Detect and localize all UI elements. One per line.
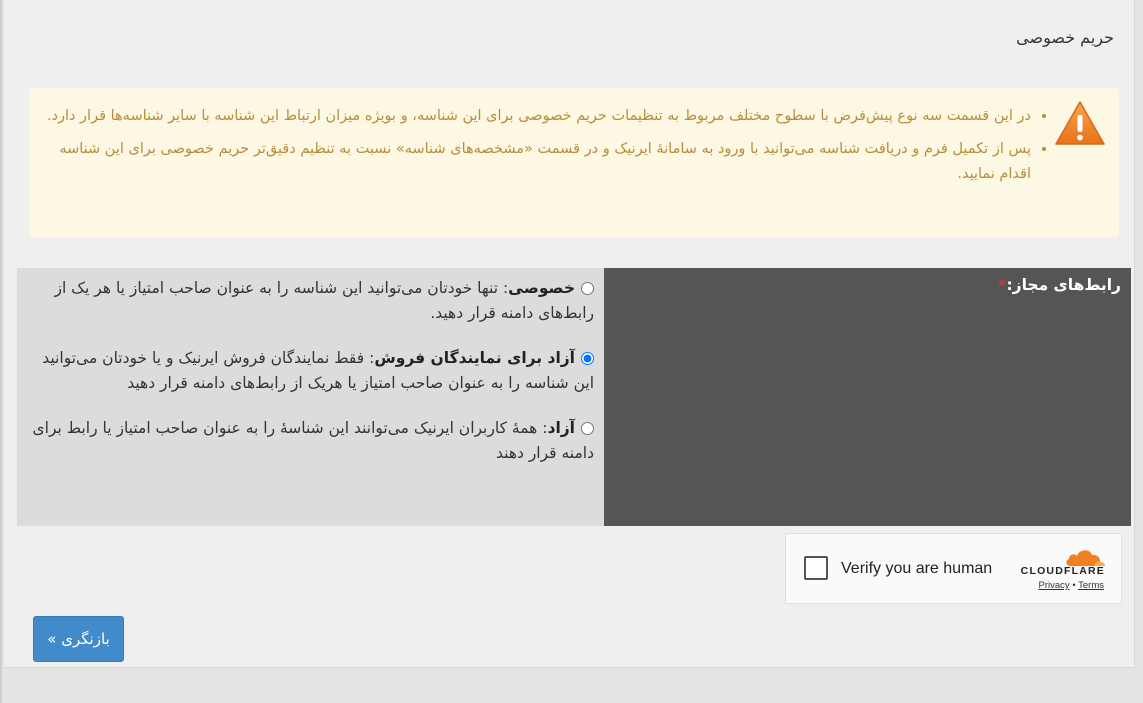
cloudflare-captcha: Verify you are human CLOUDFLARE Privacy … xyxy=(785,533,1122,604)
option-title: آزاد xyxy=(547,419,575,437)
alert-list: در این قسمت سه نوع پیش‌فرض با سطوح مختلف… xyxy=(46,104,1049,195)
verify-label: Verify you are human xyxy=(841,560,993,577)
option-separator: : xyxy=(537,419,548,437)
option-title: خصوصی xyxy=(508,279,575,297)
option-separator: : xyxy=(498,279,509,297)
privacy-link[interactable]: Privacy xyxy=(1039,580,1070,591)
left-border xyxy=(0,0,2,703)
option-resellers: آزاد برای نمایندگان فروش: فقط نمایندگان … xyxy=(27,346,594,396)
warning-triangle-icon xyxy=(1055,101,1105,145)
permissions-label-cell: رابط‌های مجاز:* xyxy=(604,268,1131,526)
alert-item: پس از تکمیل فرم و دریافت شناسه می‌توانید… xyxy=(46,137,1031,187)
captcha-links: Privacy • Terms xyxy=(1039,580,1104,591)
radio-public[interactable] xyxy=(581,422,594,435)
terms-link[interactable]: Terms xyxy=(1078,580,1104,591)
permissions-options: خصوصی: تنها خودتان می‌توانید این شناسه ر… xyxy=(17,268,604,526)
option-separator: : xyxy=(364,349,375,367)
privacy-warning-alert: در این قسمت سه نوع پیش‌فرض با سطوح مختلف… xyxy=(29,88,1119,237)
option-text: همۀ کاربران ایرنیک می‌توانند این شناسۀ ر… xyxy=(32,419,594,462)
review-button[interactable]: بازنگری » xyxy=(33,616,124,662)
radio-private[interactable] xyxy=(581,282,594,295)
option-public: آزاد: همۀ کاربران ایرنیک می‌توانند این ش… xyxy=(27,416,594,466)
cloudflare-brand: CLOUDFLARE xyxy=(1020,565,1105,577)
link-separator: • xyxy=(1072,580,1076,591)
permissions-row: رابط‌های مجاز:* خصوصی: تنها خودتان می‌تو… xyxy=(17,268,1131,526)
permissions-label: رابط‌های مجاز: xyxy=(1006,276,1121,294)
option-title: آزاد برای نمایندگان فروش xyxy=(374,349,575,367)
option-private: خصوصی: تنها خودتان می‌توانید این شناسه ر… xyxy=(27,276,594,326)
alert-item: در این قسمت سه نوع پیش‌فرض با سطوح مختلف… xyxy=(46,104,1031,129)
verify-checkbox[interactable] xyxy=(804,556,828,580)
section-title: حریم خصوصی xyxy=(1016,28,1114,47)
radio-resellers[interactable] xyxy=(581,352,594,365)
